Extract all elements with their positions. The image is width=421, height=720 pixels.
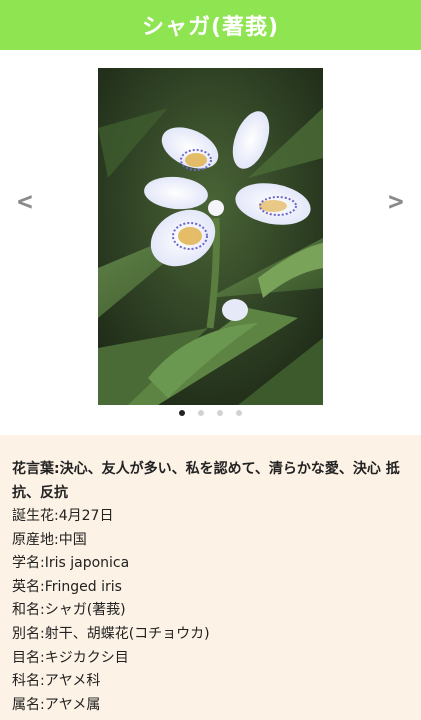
pagination-dot-4[interactable] xyxy=(236,410,242,416)
pagination-dot-2[interactable] xyxy=(198,410,204,416)
flower-photo xyxy=(98,68,323,405)
flower-language: 花言葉:決心、友人が多い、私を認めて、清らかな愛、決心 抵抗、反抗 xyxy=(12,461,400,501)
flower-info-panel: 花言葉:決心、友人が多い、私を認めて、清らかな愛、決心 抵抗、反抗 誕生花:4月… xyxy=(0,435,421,720)
image-carousel[interactable]: < > xyxy=(0,50,421,435)
japanese-name: 和名:シャガ(著莪) xyxy=(12,602,126,619)
scientific-name: 学名:Iris japonica xyxy=(12,555,130,572)
next-image-button[interactable]: > xyxy=(381,187,411,217)
english-name: 英名:Fringed iris xyxy=(12,578,122,595)
origin: 原産地:中国 xyxy=(12,531,87,548)
order-name: 目名:キジカクシ目 xyxy=(12,649,129,666)
pagination-dot-1[interactable] xyxy=(179,410,185,416)
birth-flower-date: 誕生花:4月27日 xyxy=(12,508,114,524)
pagination-dot-3[interactable] xyxy=(217,410,223,416)
previous-image-button[interactable]: < xyxy=(10,187,40,217)
page-title: シャガ(著莪) xyxy=(141,15,280,40)
app-header: シャガ(著莪) xyxy=(0,0,421,50)
family-name: 科名:アヤメ科 xyxy=(12,673,101,690)
carousel-pagination xyxy=(0,406,421,420)
other-names: 別名:射干、胡蝶花(コチョウカ) xyxy=(12,625,210,642)
iris-flower-image xyxy=(98,68,323,405)
genus-name: 属名:アヤメ属 xyxy=(12,696,101,713)
